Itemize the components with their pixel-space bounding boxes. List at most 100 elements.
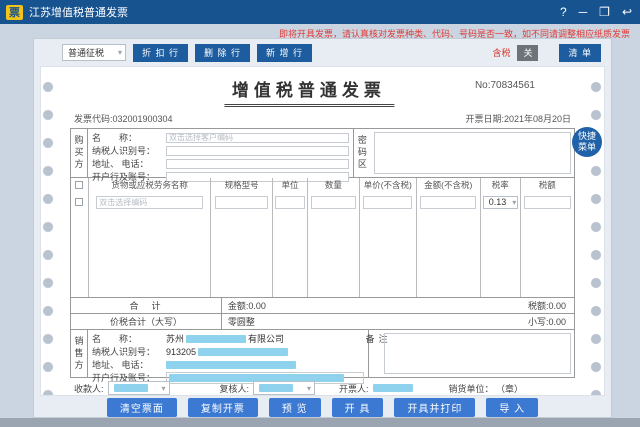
- seller-fields: 名 称： 苏州 有限公司 纳税人识别号： 913205 地址、 电话： 开户行及…: [88, 330, 368, 384]
- delete-row-button[interactable]: 删 除 行: [195, 43, 251, 62]
- col-header-spec: 规格型号: [210, 178, 272, 191]
- buyer-name-input[interactable]: [166, 132, 349, 143]
- amount-input[interactable]: [420, 195, 476, 209]
- redacted-text: [198, 347, 289, 356]
- redacted-text: [186, 334, 247, 343]
- toolbar: 普通征税 ▾ 折 扣 行 删 除 行 新 增 行 含税 关 清 单: [34, 39, 611, 66]
- chevron-down-icon: ▾: [161, 383, 166, 393]
- perforation-left: [41, 67, 56, 395]
- gross-row: 价税合计（大写） 零圆整 小写:0.00: [71, 313, 574, 329]
- col-header-amount: 金额(不含税): [415, 178, 480, 191]
- seller-unit-label: 销货单位： （章）: [448, 383, 524, 394]
- window-bottom-edge: [0, 418, 640, 427]
- chevron-down-icon: ▾: [512, 197, 517, 207]
- preview-button[interactable]: 预 览: [268, 398, 321, 417]
- invoice-paper: 增值税普通发票 No:70834561 发票代码:032001900304 开票…: [40, 66, 605, 396]
- help-icon[interactable]: ?: [560, 6, 567, 18]
- maximize-icon[interactable]: ❐: [599, 6, 610, 18]
- buyer-block: 购买方 名 称： 纳税人识别号： 地址、 电话：: [70, 128, 575, 182]
- total-tax: 税额:0.00: [527, 301, 566, 311]
- tax-included-label: 含税: [492, 48, 511, 58]
- buyer-taxid-input[interactable]: [166, 145, 349, 156]
- item-row-1: 0.13 ▾: [71, 191, 574, 213]
- window-title: 江苏增值税普通发票: [29, 7, 128, 19]
- total-row: 合 计 金额:0.00 税额:0.00: [71, 297, 574, 313]
- invoice-subheader: 发票代码:032001900304 开票日期:2021年08月20日: [60, 112, 585, 128]
- seller-left: 销售方 名 称： 苏州 有限公司 纳税人识别号： 913205 地址、 电话： …: [71, 330, 370, 384]
- invoice-title: 增值税普通发票: [223, 76, 394, 107]
- reviewer-label: 复核人:: [219, 383, 250, 394]
- seller-taxid-row: 纳税人识别号： 913205: [92, 346, 364, 357]
- qty-input[interactable]: [311, 195, 356, 209]
- goods-name-input[interactable]: [96, 195, 204, 209]
- tax-rate-select[interactable]: 0.13 ▾: [482, 195, 518, 209]
- buyer-address-label: 地址、 电话：: [92, 159, 149, 169]
- clear-invoice-button[interactable]: 清空票面: [106, 398, 177, 417]
- spec-input[interactable]: [214, 195, 269, 209]
- tax-mode-select[interactable]: 普通征税 ▾: [62, 44, 126, 61]
- action-bar: 清空票面 复制开票 预 览 开 具 开具并打印 导 入: [34, 396, 611, 419]
- invoice-form: 增值税普通发票 No:70834561 发票代码:032001900304 开票…: [56, 67, 589, 395]
- total-amount: 金额:0.00: [227, 301, 266, 311]
- redacted-text: [113, 384, 148, 392]
- invoice-code: 发票代码:032001900304: [74, 114, 173, 124]
- copy-invoice-button[interactable]: 复制开票: [187, 398, 258, 417]
- payee-select[interactable]: ▾: [107, 381, 170, 395]
- issue-button[interactable]: 开 具: [331, 398, 384, 417]
- seller-address-label: 地址、 电话：: [92, 360, 149, 370]
- seller-taxid-prefix: 913205: [166, 346, 197, 357]
- tax-rate-value: 0.13: [488, 197, 507, 207]
- chevron-down-icon: ▾: [117, 48, 122, 57]
- exit-back-icon[interactable]: ↩: [622, 6, 632, 18]
- gross-small: 小写:0.00: [527, 317, 566, 327]
- col-header-taxrate: 税率: [479, 178, 520, 191]
- redacted-text: [259, 384, 294, 392]
- unit-input[interactable]: [275, 195, 305, 209]
- quick-menu-button[interactable]: 快捷菜单: [572, 127, 602, 157]
- remark-box[interactable]: [384, 333, 571, 374]
- buyer-fields: 名 称： 纳税人识别号： 地址、 电话： 开户行及账号：: [88, 129, 353, 182]
- buyer-address-row: 地址、 电话：: [92, 158, 349, 169]
- gross-label: 价税合计（大写）: [71, 314, 222, 329]
- tax-mode-value: 普通征税: [68, 48, 105, 58]
- seller-name-suffix: 有限公司: [248, 334, 285, 344]
- warning-text: 即将开具发票，请认真核对发票种类、代码、号码是否一致，如不同请调整相应纸质发票: [278, 29, 630, 39]
- invoice-header: 增值税普通发票 No:70834561: [60, 72, 585, 112]
- titlebar: 票 江苏增值税普通发票 ? ─ ❐ ↩: [0, 0, 640, 24]
- redacted-text: [372, 384, 413, 392]
- main-panel: 普通征税 ▾ 折 扣 行 删 除 行 新 增 行 含税 关 清 单 增值税普通发…: [33, 38, 612, 418]
- select-all-checkbox[interactable]: [75, 180, 84, 189]
- reviewer-select[interactable]: ▾: [253, 381, 316, 395]
- buyer-taxid-label: 纳税人识别号：: [92, 146, 156, 156]
- issue-print-button[interactable]: 开具并打印: [394, 398, 476, 417]
- buyer-name-row: 名 称：: [92, 132, 349, 143]
- total-label: 合 计: [71, 298, 222, 313]
- seller-address-row: 地址、 电话：: [92, 359, 364, 370]
- password-box: [373, 132, 571, 174]
- price-input[interactable]: [363, 195, 413, 209]
- drawer-label: 开票人:: [339, 383, 369, 394]
- seller-taxid-value: 913205: [166, 346, 289, 357]
- gross-capital: 零圆整: [227, 317, 255, 327]
- tax-included-toggle[interactable]: 关: [517, 44, 539, 61]
- items-header-row: 货物或应税劳务名称 规格型号 单位 数量 单价(不含税) 金额(不含税) 税率 …: [71, 178, 574, 191]
- seller-block: 销售方 名 称： 苏州 有限公司 纳税人识别号： 913205 地址、 电话： …: [70, 330, 575, 384]
- titlebar-buttons: ? ─ ❐ ↩: [560, 6, 632, 18]
- discount-row-button[interactable]: 折 扣 行: [133, 43, 189, 62]
- password-area-label: 密码区: [356, 135, 367, 171]
- seller-name-label: 名 称：: [92, 334, 138, 344]
- list-button[interactable]: 清 单: [559, 43, 601, 62]
- import-button[interactable]: 导 入: [486, 398, 539, 417]
- invoice-date: 开票日期:2021年08月20日: [465, 114, 571, 124]
- col-header-tax: 税额: [519, 178, 574, 191]
- buyer-name-label: 名 称：: [92, 133, 138, 143]
- add-row-button[interactable]: 新 增 行: [257, 43, 313, 62]
- minimize-icon[interactable]: ─: [579, 6, 588, 18]
- items-empty-area: [71, 213, 574, 297]
- buyer-address-input[interactable]: [166, 158, 349, 169]
- row-checkbox[interactable]: [75, 198, 84, 206]
- invoice-number: No:70834561: [474, 80, 535, 91]
- buyer-left: 购买方 名 称： 纳税人识别号： 地址、 电话：: [71, 129, 354, 182]
- tax-amount-input[interactable]: [523, 195, 571, 209]
- app-logo-icon: 票: [6, 4, 23, 20]
